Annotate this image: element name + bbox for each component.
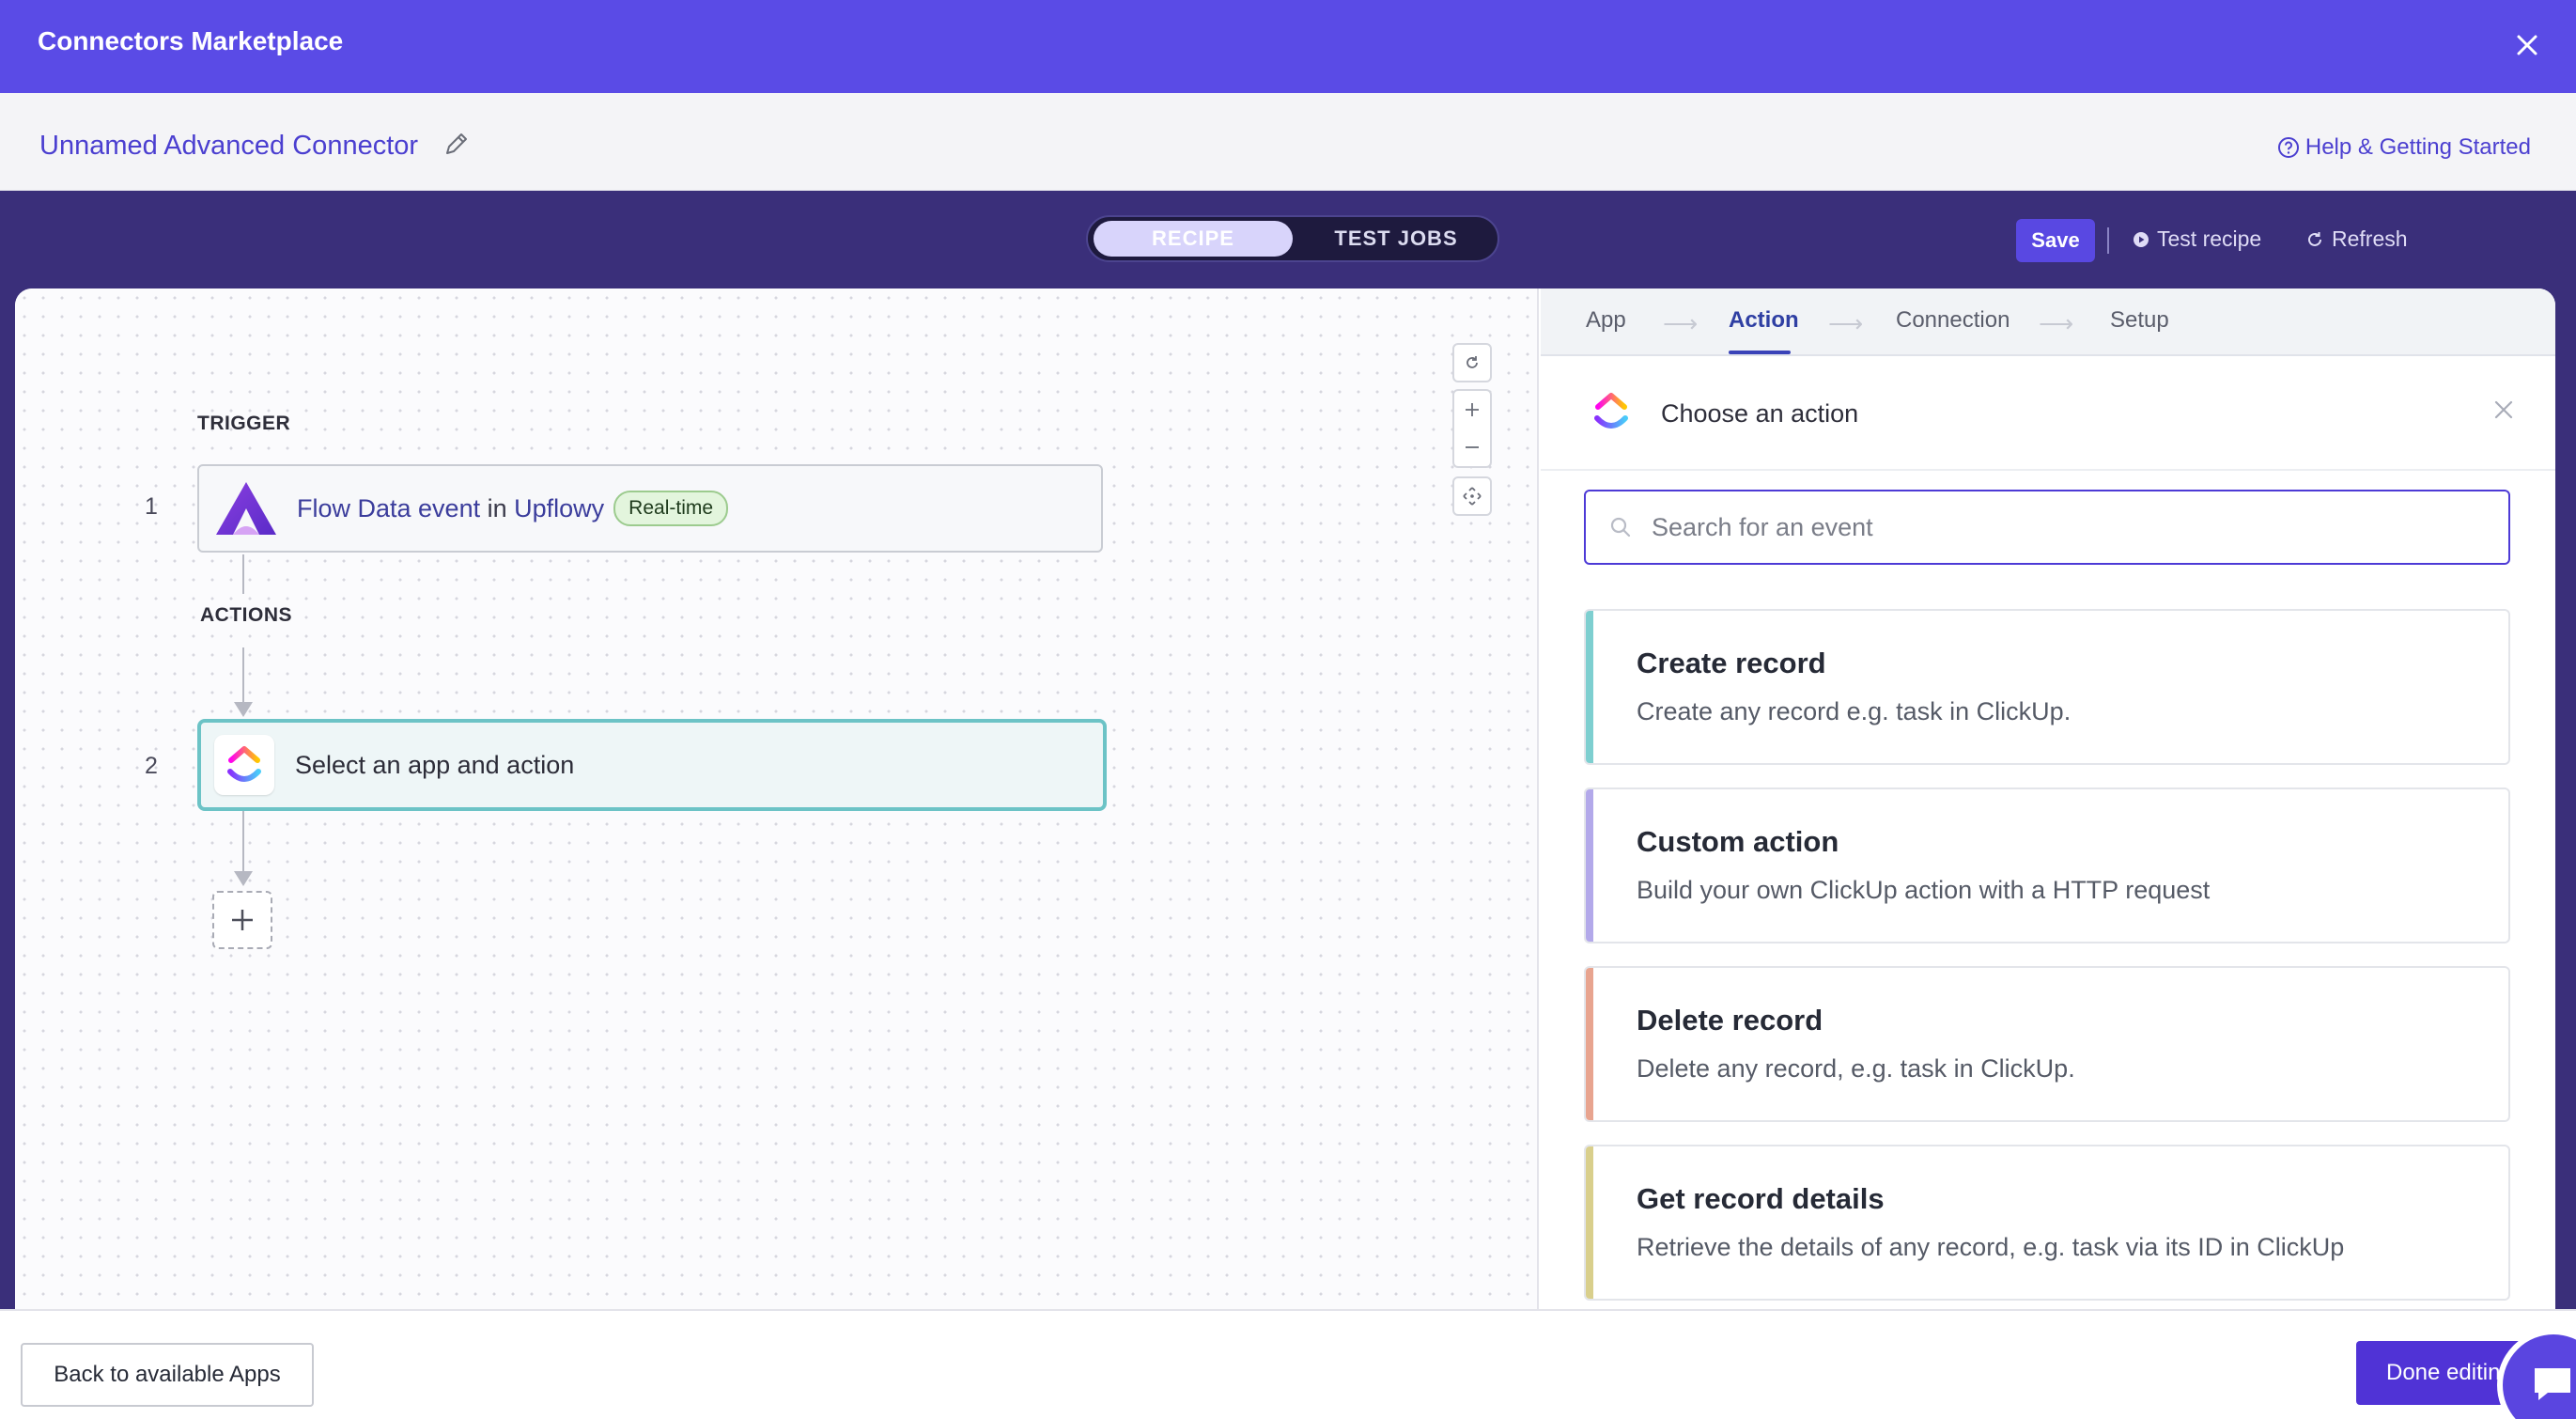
fit-view-icon: [1463, 487, 1482, 506]
reset-view-button[interactable]: [1452, 343, 1492, 382]
upflowy-logo-icon: [216, 482, 276, 535]
fit-view-button[interactable]: [1452, 476, 1492, 516]
action-card-custom-action[interactable]: Custom action Build your own ClickUp act…: [1584, 787, 2510, 943]
step-number: 1: [145, 493, 158, 520]
card-description: Create any record e.g. task in ClickUp.: [1637, 697, 2072, 725]
card-accent: [1586, 611, 1593, 763]
wizard-steps: App ⟶ Action ⟶ Connection ⟶ Setup: [1541, 288, 2555, 356]
action-step-label: Select an app and action: [295, 750, 575, 779]
tab-recipe[interactable]: RECIPE: [1094, 221, 1293, 257]
connectors-modal: Connectors Marketplace Unnamed Advanced …: [0, 0, 2576, 1419]
trigger-app: Upflowy: [514, 493, 605, 522]
play-circle-icon: [2134, 231, 2149, 247]
arrow-right-icon: ⟶: [1828, 309, 1864, 337]
close-icon[interactable]: [2490, 396, 2518, 424]
tab-test-jobs[interactable]: TEST JOBS: [1298, 221, 1494, 257]
help-link[interactable]: Help & Getting Started: [2277, 134, 2531, 161]
wizard-step-action[interactable]: Action: [1729, 307, 1799, 334]
connector-arrow: [234, 871, 253, 886]
add-step-button[interactable]: [212, 891, 272, 949]
modal-title: Connectors Marketplace: [38, 26, 344, 55]
modal-header: Connectors Marketplace: [0, 0, 2576, 93]
search-icon: [1610, 517, 1631, 538]
toolbar-divider: [2107, 227, 2109, 254]
connector-line: [242, 811, 244, 877]
action-card-create-record[interactable]: Create record Create any record e.g. tas…: [1584, 609, 2510, 765]
choose-action-title: Choose an action: [1661, 399, 1859, 428]
connector-name[interactable]: Unnamed Advanced Connector: [39, 131, 418, 162]
recipe-canvas[interactable]: TRIGGER 1 Flow Data event in Upflowy Rea…: [15, 288, 1539, 1309]
choose-action-header: Choose an action: [1541, 356, 2555, 471]
action-step[interactable]: Select an app and action: [197, 719, 1107, 811]
zoom-in-icon[interactable]: [1464, 401, 1481, 418]
active-step-indicator: [1729, 351, 1791, 354]
trigger-in: in: [487, 493, 507, 522]
card-accent: [1586, 789, 1593, 942]
card-title: Get record details: [1637, 1182, 1885, 1215]
save-button[interactable]: Save: [2016, 219, 2095, 262]
chat-icon: [2535, 1368, 2570, 1400]
card-description: Retrieve the details of any record, e.g.…: [1637, 1233, 2345, 1261]
clickup-logo-icon: [1594, 393, 1628, 429]
editor-panel: TRIGGER 1 Flow Data event in Upflowy Rea…: [15, 288, 2555, 1309]
connector-line: [242, 647, 244, 708]
clickup-icon-box: [214, 735, 274, 795]
question-icon: [2277, 137, 2299, 158]
realtime-badge: Real-time: [613, 491, 729, 526]
test-recipe-button[interactable]: Test recipe: [2133, 226, 2261, 252]
step-number: 2: [145, 753, 158, 779]
plus-icon: [232, 910, 253, 930]
card-description: Delete any record, e.g. task in ClickUp.: [1637, 1054, 2075, 1083]
refresh-button[interactable]: Refresh: [2305, 226, 2408, 252]
clickup-logo-icon: [227, 746, 261, 782]
modal-footer: Back to available Apps Done editing: [0, 1309, 2576, 1419]
wizard-step-setup[interactable]: Setup: [2110, 307, 2169, 334]
trigger-step[interactable]: Flow Data event in Upflowy Real-time: [197, 464, 1103, 553]
card-title: Custom action: [1637, 825, 1839, 858]
zoom-controls: [1452, 389, 1492, 468]
action-picker-panel: App ⟶ Action ⟶ Connection ⟶ Setup Choose…: [1541, 288, 2555, 1309]
search-input[interactable]: [1652, 512, 2478, 542]
connector-line: [242, 554, 244, 594]
wizard-step-connection[interactable]: Connection: [1896, 307, 2010, 334]
card-accent: [1586, 1146, 1593, 1299]
test-recipe-label: Test recipe: [2157, 226, 2262, 251]
trigger-heading: TRIGGER: [197, 413, 291, 434]
action-card-delete-record[interactable]: Delete record Delete any record, e.g. ta…: [1584, 966, 2510, 1122]
refresh-label: Refresh: [2332, 226, 2408, 251]
view-toggle: RECIPE TEST JOBS: [1086, 215, 1499, 262]
wizard-step-app[interactable]: App: [1586, 307, 1626, 334]
event-search: [1584, 490, 2510, 565]
zoom-out-icon[interactable]: [1464, 439, 1481, 456]
arrow-right-icon: ⟶: [1663, 309, 1699, 337]
connector-header: Unnamed Advanced Connector Help & Gettin…: [0, 93, 2576, 191]
reset-icon: [1466, 356, 1478, 368]
close-icon[interactable]: [2510, 28, 2544, 62]
arrow-right-icon: ⟶: [2039, 309, 2074, 337]
refresh-icon: [2308, 231, 2321, 246]
actions-heading: ACTIONS: [200, 604, 292, 626]
card-accent: [1586, 968, 1593, 1120]
trigger-description: Flow Data event in Upflowy: [297, 494, 604, 523]
pencil-icon[interactable]: [442, 129, 472, 159]
trigger-event: Flow Data event: [297, 493, 481, 522]
connector-arrow: [234, 702, 253, 717]
action-card-get-record-details[interactable]: Get record details Retrieve the details …: [1584, 1145, 2510, 1301]
card-title: Delete record: [1637, 1004, 1823, 1037]
help-label: Help & Getting Started: [2304, 134, 2531, 160]
card-title: Create record: [1637, 647, 1826, 679]
back-to-apps-button[interactable]: Back to available Apps: [21, 1343, 314, 1407]
card-description: Build your own ClickUp action with a HTT…: [1637, 876, 2211, 904]
